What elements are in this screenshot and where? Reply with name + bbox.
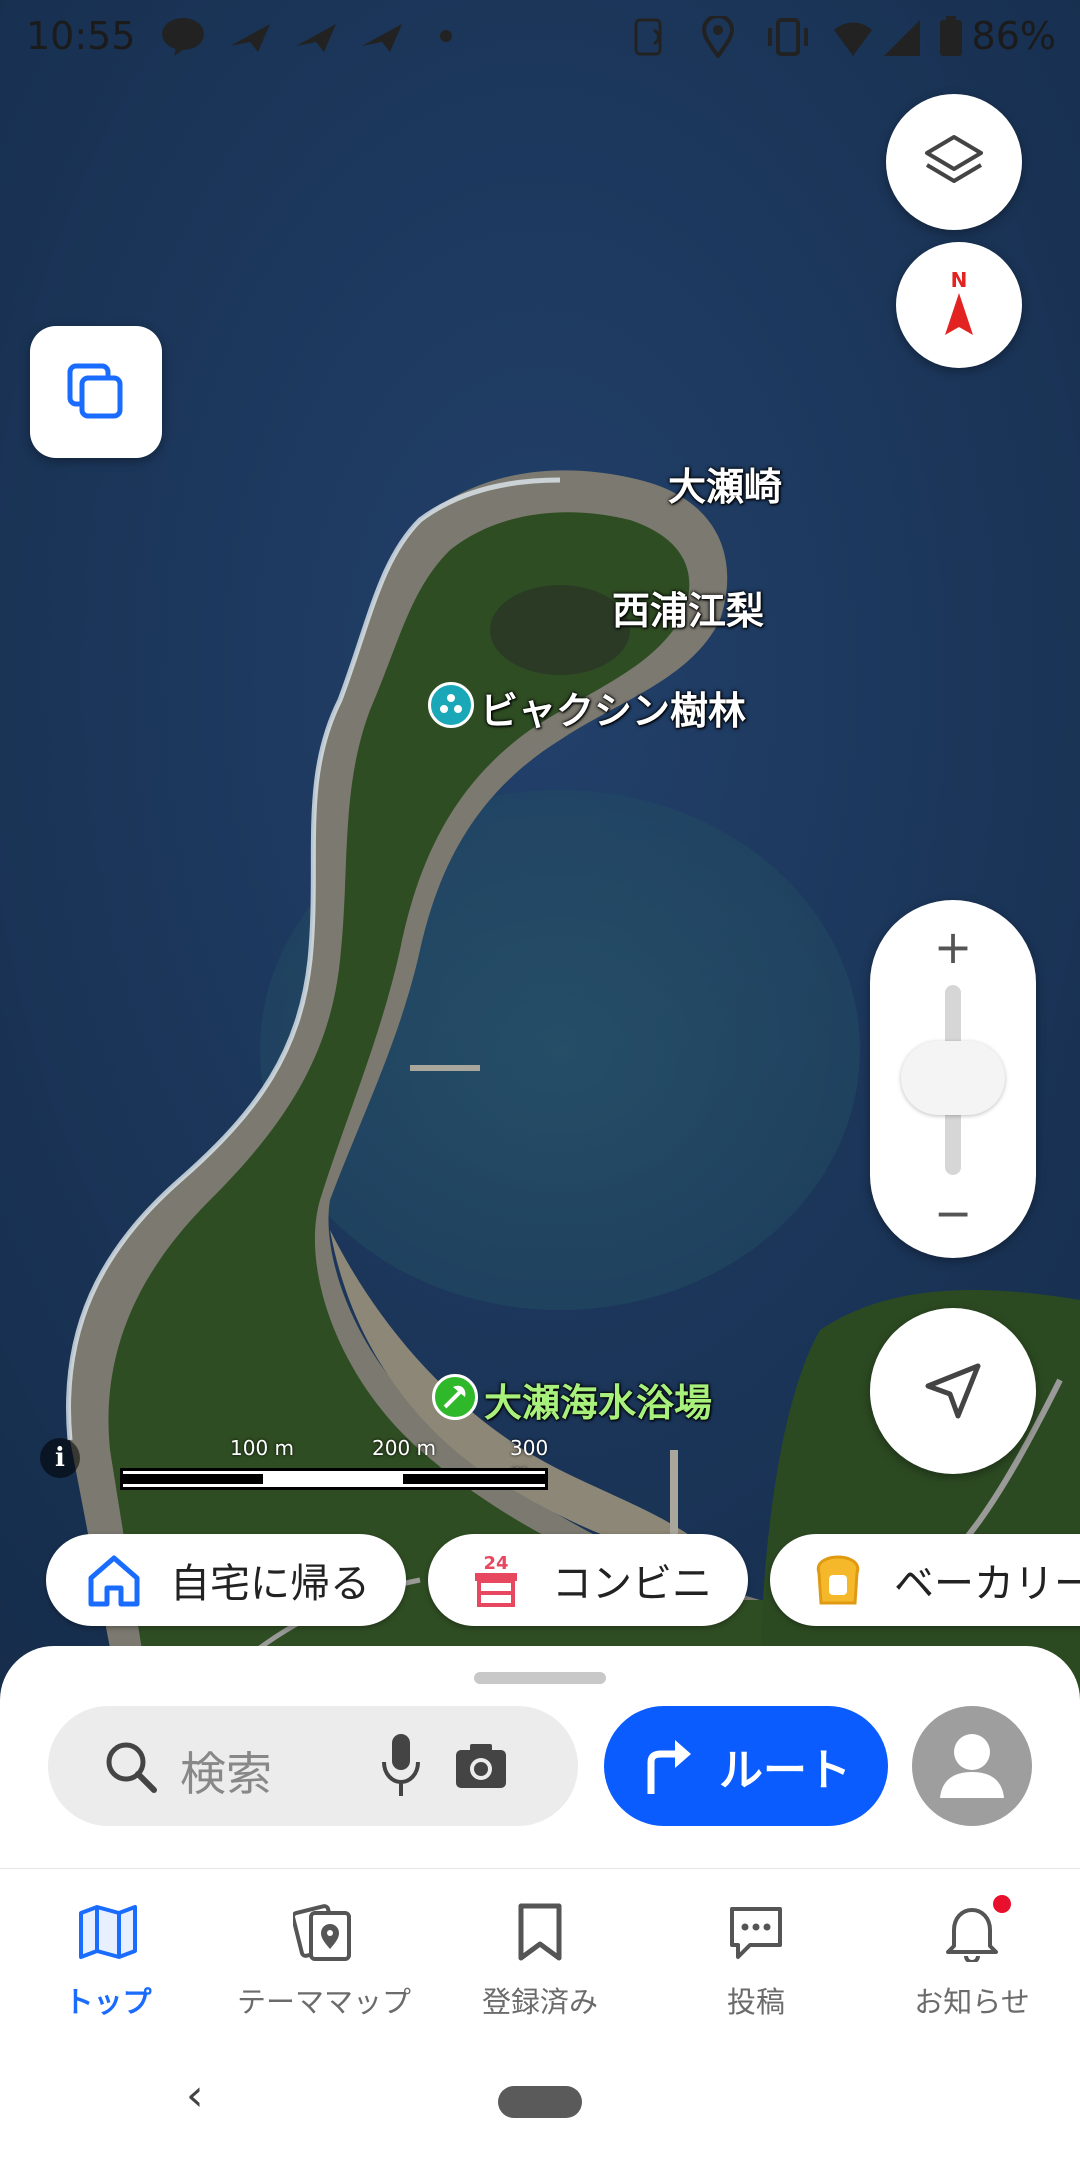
layers-icon xyxy=(925,135,983,183)
map-view[interactable]: 大瀬崎 西浦江梨 ビャクシン樹林 大瀬海水浴場 10:55 86% N + − … xyxy=(0,0,1080,1700)
nav-label: トップ xyxy=(64,1985,152,2019)
status-time: 10:55 xyxy=(26,14,136,58)
chip-convenience-store[interactable]: 24 コンビニ xyxy=(428,1534,748,1626)
scale-bar-graphic xyxy=(120,1468,548,1490)
system-navigation-bar: ‹ xyxy=(0,2030,1080,2160)
chip-bakery[interactable]: ベーカリー xyxy=(770,1534,1080,1626)
convenience-store-icon: 24 xyxy=(466,1550,526,1610)
paper-plane-icon xyxy=(230,24,270,52)
camera-icon[interactable] xyxy=(452,1736,510,1794)
nav-label: 投稿 xyxy=(726,1985,785,2019)
chip-label: ベーカリー xyxy=(894,1561,1080,1607)
turn-right-arrow-icon xyxy=(647,1740,691,1794)
multi-window-icon xyxy=(67,363,123,419)
nav-theme-map[interactable]: テーママップ xyxy=(216,1899,432,2021)
map-label-area[interactable]: 西浦江梨 xyxy=(612,580,764,635)
nav-top[interactable]: トップ xyxy=(0,1899,216,2021)
search-placeholder[interactable]: 検索 xyxy=(180,1738,272,1804)
sheet-drag-handle[interactable] xyxy=(474,1672,606,1684)
compass-icon: N xyxy=(945,268,973,335)
bell-icon xyxy=(937,1895,1011,1965)
bread-icon xyxy=(808,1550,868,1610)
zoom-in-button[interactable]: + xyxy=(913,920,993,974)
zoom-slider[interactable] xyxy=(901,985,1005,1175)
search-box[interactable]: 検索 xyxy=(48,1706,578,1826)
nav-saved[interactable]: 登録済み xyxy=(432,1899,648,2021)
info-button[interactable]: i xyxy=(40,1438,80,1478)
map-label-beach[interactable]: 大瀬海水浴場 xyxy=(484,1372,712,1427)
battery-icon xyxy=(940,16,962,56)
map-label-cape[interactable]: 大瀬崎 xyxy=(668,456,782,511)
bookmark-icon xyxy=(505,1899,575,1965)
location-icon xyxy=(701,16,735,58)
paper-plane-icon xyxy=(296,24,336,52)
line-icon xyxy=(162,18,204,56)
zoom-out-button[interactable]: − xyxy=(913,1186,993,1240)
nav-label: 登録済み xyxy=(481,1985,598,2019)
compass-button[interactable]: N xyxy=(896,242,1022,368)
chip-label: 自宅に帰る xyxy=(170,1561,370,1607)
scale-label-200: 200 m xyxy=(372,1436,437,1460)
multi-window-button[interactable] xyxy=(30,326,162,458)
microphone-icon[interactable] xyxy=(378,1730,424,1800)
search-icon xyxy=(106,1742,157,1793)
svg-text:24: 24 xyxy=(483,1553,508,1574)
nfc-icon xyxy=(634,18,662,56)
home-pill-button[interactable] xyxy=(498,2086,582,2118)
map-label-forest[interactable]: ビャクシン樹林 xyxy=(480,680,746,735)
navigation-arrow-icon xyxy=(925,1363,981,1419)
nav-post[interactable]: 投稿 xyxy=(648,1899,864,2021)
home-icon xyxy=(84,1550,144,1610)
route-button[interactable]: ルート xyxy=(604,1706,888,1826)
paper-plane-icon xyxy=(362,24,402,52)
battery-percent: 86% xyxy=(971,14,1056,58)
route-label: ルート xyxy=(719,1745,851,1796)
user-icon xyxy=(940,1734,1004,1798)
nav-label: お知らせ xyxy=(914,1985,1030,2019)
bottom-navigation: トップ テーママップ 登録済み 投稿 お知らせ xyxy=(0,1868,1080,2028)
quick-chips: 自宅に帰る 24 コンビニ ベーカリー xyxy=(46,1534,1080,1626)
signal-icon xyxy=(884,20,920,56)
chat-icon xyxy=(721,1899,791,1965)
chip-label: コンビニ xyxy=(552,1561,712,1607)
zoom-slider-thumb[interactable] xyxy=(901,1041,1005,1115)
scale-label-100: 100 m xyxy=(230,1436,295,1460)
svg-text:N: N xyxy=(951,268,968,292)
layers-button[interactable] xyxy=(886,94,1022,230)
theme-map-icon xyxy=(289,1899,359,1965)
beach-poi-icon[interactable] xyxy=(432,1374,478,1420)
dot-icon xyxy=(440,30,452,42)
notification-badge xyxy=(993,1895,1011,1913)
current-location-button[interactable] xyxy=(870,1308,1036,1474)
scale-bar: 100 m 200 m 300 m xyxy=(120,1436,550,1496)
zoom-control[interactable]: + − xyxy=(870,900,1036,1258)
back-button[interactable]: ‹ xyxy=(186,2070,204,2121)
status-bar: 10:55 86% xyxy=(0,0,1080,72)
map-icon xyxy=(73,1899,143,1965)
vibrate-icon xyxy=(768,18,808,56)
nav-notifications[interactable]: お知らせ xyxy=(864,1895,1080,2021)
wifi-icon xyxy=(834,22,872,56)
avatar[interactable] xyxy=(912,1706,1032,1826)
forest-poi-icon[interactable] xyxy=(428,682,474,728)
nav-label: テーママップ xyxy=(236,1985,411,2019)
chip-go-home[interactable]: 自宅に帰る xyxy=(46,1534,406,1626)
